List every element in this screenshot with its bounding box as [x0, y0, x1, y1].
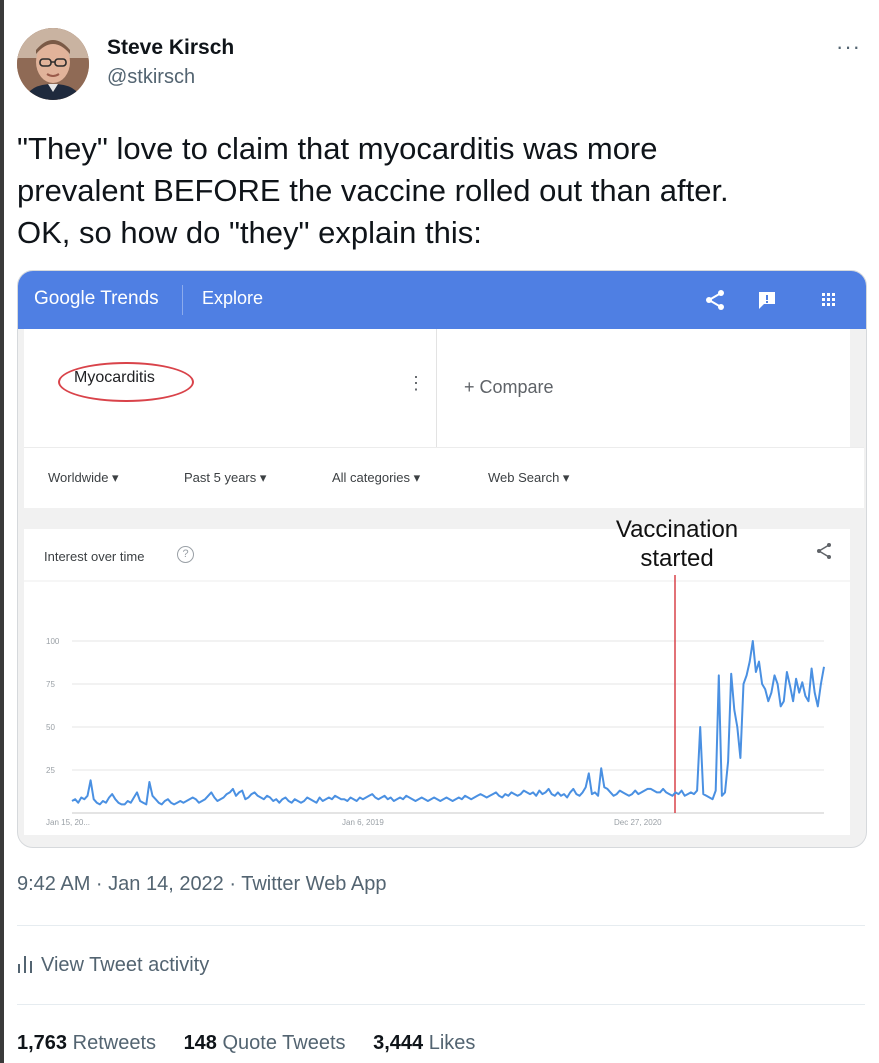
- retweets-count: 1,763: [17, 1032, 68, 1054]
- likes-count: 3,444: [373, 1032, 424, 1054]
- compare-label: + Compare: [464, 377, 554, 397]
- filter-search-type: Web Search ▾: [488, 470, 570, 485]
- term-menu-icon: ⋮: [407, 373, 425, 393]
- more-options-icon[interactable]: ···: [836, 34, 861, 60]
- y-tick-label: 25: [46, 766, 55, 775]
- author-handle[interactable]: @stkirsch: [107, 66, 195, 89]
- search-term-label: Myocarditis: [74, 369, 155, 386]
- avatar-photo: [17, 28, 89, 100]
- search-terms-panel: Myocarditis ⋮ + Compare: [24, 329, 850, 447]
- view-tweet-activity[interactable]: View Tweet activity: [17, 953, 209, 977]
- likes-stat[interactable]: 3,444 Likes: [373, 1032, 475, 1054]
- activity-label: View Tweet activity: [41, 954, 210, 976]
- x-tick-label: Jan 15, 20...: [46, 818, 90, 827]
- divider: [17, 925, 865, 926]
- x-tick-label: Dec 27, 2020: [614, 818, 662, 827]
- google-trends-logo: Google Trends: [34, 288, 159, 309]
- author-name[interactable]: Steve Kirsch: [107, 36, 234, 60]
- annotation-line: started: [640, 545, 714, 572]
- trends-header: Google Trends Explore: [18, 271, 866, 329]
- tweet-text: "They" love to claim that myocarditis wa…: [17, 128, 857, 254]
- avatar[interactable]: [17, 28, 89, 100]
- x-tick-label: Jan 6, 2019: [342, 818, 384, 827]
- trend-chart: 100 75 50 25 Jan 15, 20... Jan 6, 2019 Dec 27,…: [24, 575, 850, 827]
- window-left-edge: [0, 0, 4, 1063]
- quote-tweets-stat[interactable]: 148 Quote Tweets: [184, 1032, 346, 1054]
- engagement-stats: 1,763 Retweets 148 Quote Tweets 3,444 Li…: [17, 1032, 497, 1055]
- search-term-card: Myocarditis ⋮: [24, 329, 437, 447]
- filter-category: All categories ▾: [332, 470, 421, 485]
- y-tick-label: 75: [46, 680, 55, 689]
- annotation-line: Vaccination: [615, 516, 739, 543]
- series-line-myocarditis: [71, 640, 825, 806]
- feedback-icon: [754, 287, 780, 313]
- share-icon: [702, 287, 728, 313]
- filter-time-range: Past 5 years ▾: [184, 470, 267, 485]
- quote-tweets-label: Quote Tweets: [222, 1032, 346, 1054]
- tweet-text-line: prevalent BEFORE the vaccine rolled out …: [17, 173, 729, 208]
- divider: [17, 1004, 865, 1005]
- filters-bar: Worldwide ▾ Past 5 years ▾ All categorie…: [24, 447, 864, 508]
- retweets-label: Retweets: [72, 1032, 156, 1054]
- y-tick-label: 100: [46, 637, 60, 646]
- header-divider: [182, 285, 183, 315]
- apps-icon: [816, 287, 842, 313]
- tweet-text-line: OK, so how do "they" explain this:: [17, 215, 482, 250]
- filter-region: Worldwide ▾: [48, 470, 119, 485]
- quote-tweets-count: 148: [183, 1032, 217, 1054]
- explore-label: Explore: [202, 288, 264, 308]
- tweet-timestamp[interactable]: 9:42 AM · Jan 14, 2022 · Twitter Web App: [17, 873, 386, 896]
- vaccination-annotation: Vaccination started: [592, 515, 762, 573]
- retweets-stat[interactable]: 1,763 Retweets: [17, 1032, 156, 1054]
- interest-over-time-card: Interest over time ? 100 75 50 25 Jan 15, 20…: [24, 529, 850, 835]
- y-tick-label: 50: [46, 723, 55, 732]
- analytics-icon: [17, 955, 33, 973]
- likes-label: Likes: [428, 1032, 476, 1054]
- tweet-text-line: "They" love to claim that myocarditis wa…: [17, 131, 658, 166]
